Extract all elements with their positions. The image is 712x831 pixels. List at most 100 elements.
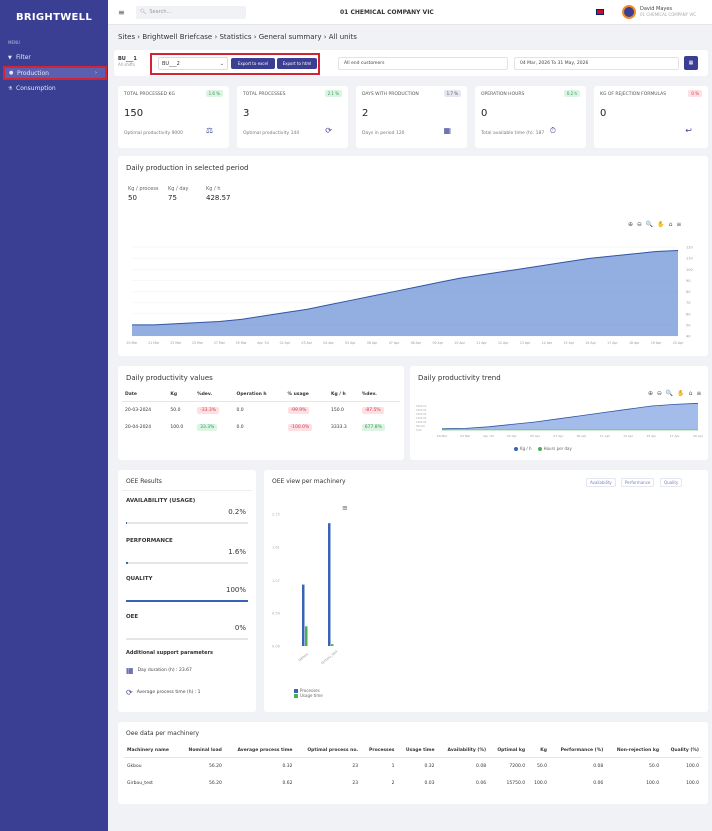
menu-toggle-icon[interactable]: ≡ [118,8,128,17]
cell: 33.3% [194,419,233,436]
x-tick-label: 04 Apr [323,341,334,345]
kpi-label: DAYS WITH PRODUCTION [362,92,419,97]
x-tick-label: 03 Apr [507,434,518,438]
x-tick-label: 10 Apr [454,341,465,345]
oee-label: AVAILABILITY (USAGE) [126,498,196,504]
table-header-row: Machinery name Nominal load Average proces… [124,744,702,758]
kpi-operation-hours: OPERATION HOURS 0.2 h 0 Total available … [475,86,586,148]
chevron-right-icon: › [95,70,97,76]
cell: 50.0 [170,408,181,413]
y-tick-label: 80 [686,290,690,294]
sidebar-item-filter[interactable]: ▼ Filter [0,51,108,64]
card-title: Daily productivity values [126,374,213,382]
y-tick-label: 0.54 [272,611,281,615]
cell: -33.3% [194,402,233,420]
x-tick-label: 06 Apr [367,341,378,345]
oee-bar-fill [126,562,128,564]
col-header: Quality (%) [662,744,702,758]
dev-pill: 33.3% [197,424,218,431]
oee-machinery-card: OEE view per machinery Availability Perf… [264,470,708,712]
sidebar-item-label: Production [17,69,49,77]
kpi-sub: Optimal productivity 9000 [124,131,184,136]
y-tick-label: 60 [686,312,690,316]
cell: 3333.3 [331,425,347,430]
legend-item[interactable]: Hours per day [537,446,572,451]
avatar[interactable] [622,5,636,19]
kpi-label: TOTAL PROCESSES [243,92,286,97]
legend-item[interactable]: Kg / h [514,446,532,451]
x-tick-label: 21 Mar [148,341,160,345]
oee-bar-fill [126,600,248,602]
x-tick-label: Girbou_test [320,649,339,665]
kpi-rejection-kg: KG OF REJECTION FORMULAS 0 % 0 ↩ [594,86,708,148]
x-tick-label: 23 Mar [170,341,182,345]
x-tick-label: 02 Apr [280,341,291,345]
table-row: 20-04-2024 100.0 33.3% 0.0 -100.0% 3333.… [122,419,400,436]
customers-select[interactable]: All end customers [338,57,508,70]
legend-swatch [514,446,518,451]
uk-flag-icon[interactable] [596,9,604,15]
divider [122,490,252,491]
user-company: 01 CHEMICAL COMPANY VIC [640,12,697,17]
date-range-input[interactable]: 04 Mar, 2026 To 31 May, 2026 [514,57,679,70]
kpi-days-with-production: DAYS WITH PRODUCTION 1.7 % 2 Days in per… [356,86,467,148]
menu-title: MENU [8,40,20,45]
cell: 0.08 [476,764,487,769]
cell: 0.08 [593,764,604,769]
x-tick-label: 29 Mar [236,341,248,345]
cell: 0.32 [282,764,293,769]
oee-value: 100% [225,586,246,594]
kpi-value: 2 [362,108,369,119]
oee-data-card: Oee data per machinery Machinery name Nom… [118,722,708,804]
chevron-down-icon: ⌄ [219,60,224,67]
export-excel-button[interactable]: Export to excel [231,58,275,69]
col-header: %dev. [194,388,234,402]
x-tick-label: 17 Apr [670,434,681,438]
calendar-icon: ▦ [126,666,134,675]
search-input[interactable]: 🔍︎ Search... [136,5,246,19]
kpi-sub: Optimal productivity 144 [243,131,300,136]
oee-bar-track [126,562,248,564]
col-header: Optimal kg [489,744,529,758]
x-tick-label: Gkbou [298,652,309,662]
sidebar-item-production[interactable]: ● Production › [3,66,107,80]
kpi-sub: Days in period 120 [362,131,405,136]
cell: 0.32 [424,764,435,769]
search-placeholder: Search... [149,9,172,15]
cell: 100.0 [686,781,699,786]
x-tick-label: 09 Apr [577,434,588,438]
col-header: Kg [167,388,195,402]
calendar-button[interactable]: ▦ [684,56,698,70]
calendar-icon: ▦ [443,126,451,135]
day-duration: ▦ Day duration (h) : 23.67 [126,666,192,675]
y-tick-label: 1.61 [272,546,280,550]
sidebar-item-consumption[interactable]: ⚗ Consumption [0,82,108,95]
cell: 7200.0 [509,764,526,769]
breadcrumb[interactable]: Sites › Brightwell Briefcase › Statistic… [118,33,357,41]
productivity-table: Date Kg %dev. Operation h % usage Kg / h… [122,388,400,436]
brand-logo[interactable]: BRIGHTWELL [0,0,108,34]
search-icon: 🔍︎ [140,9,147,15]
x-tick-label: 07 Apr [553,434,564,438]
y-tick-label: 110 [686,257,693,261]
export-html-button[interactable]: Export to html [277,58,317,69]
kpi-label: KG OF REJECTION FORMULAS [600,92,667,97]
x-tick-label: 11 Apr [476,341,487,345]
y-tick-label: 1000.00 [416,420,427,424]
kpi-value: 0 [600,108,607,119]
col-header: % usage [284,388,329,402]
user-info[interactable]: David Mayes 01 CHEMICAL COMPANY VIC [640,6,696,18]
bar-legend: Processes Usage time [294,688,323,698]
x-tick-label: 16 Apr [585,341,596,345]
oee-value: 0.2% [228,508,246,516]
oee-bar-track [126,600,248,602]
x-tick-label: 27 Mar [214,341,226,345]
cell: -100.0% [285,419,329,436]
cell: -87.5% [359,402,400,420]
day-duration-text: Day duration (h) : 23.67 [137,668,192,673]
x-tick-label: 13 Apr [520,341,531,345]
dev-pill: -33.3% [197,407,219,414]
legend-item[interactable]: Usage time [294,693,323,698]
oee-bar-track [126,522,248,524]
unit-select[interactable]: BU___2 ⌄ [158,57,228,70]
